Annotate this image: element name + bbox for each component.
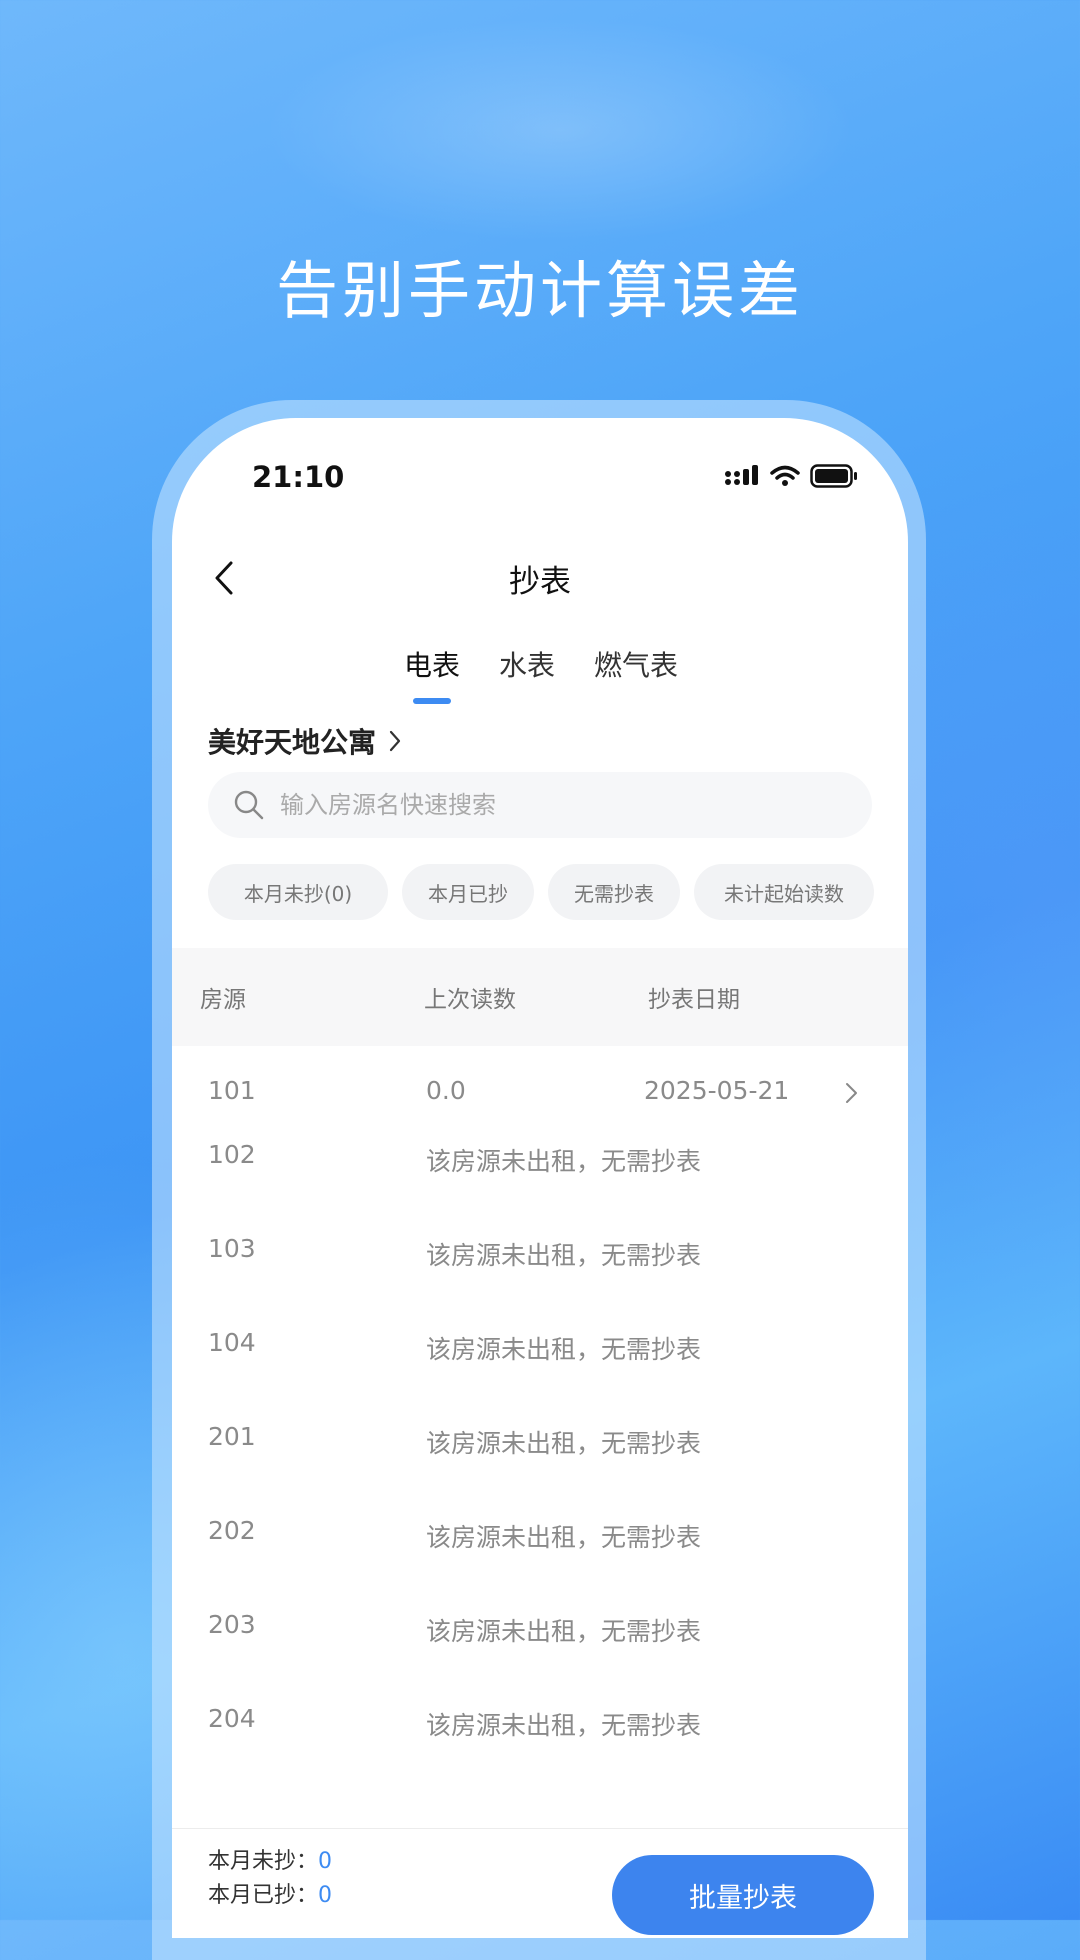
filter-read-this-month[interactable]: 本月已抄 [402,864,534,920]
unread-stat: 本月未抄：0 [208,1843,332,1875]
promo-headline: 告别手动计算误差 [275,254,804,327]
wifi-icon [770,465,800,486]
reading-date: 2025-05-21 [644,1076,790,1105]
search-input[interactable] [278,790,842,820]
status-time: 21:10 [252,460,345,494]
chevron-right-icon [846,1083,857,1103]
room-number: 101 [208,1076,256,1105]
battery-icon [810,464,857,488]
column-header-last-reading: 上次读数 [424,987,516,1013]
table-row[interactable]: 203 该房源未出租，无需抄表 [172,1610,908,1704]
column-header-date: 抄表日期 [648,987,740,1013]
unread-count: 0 [318,1849,333,1874]
search-icon [232,788,266,822]
room-number: 204 [208,1704,256,1733]
room-number: 103 [208,1234,256,1263]
filter-unread-this-month[interactable]: 本月未抄(0) [208,864,388,920]
table-row[interactable]: 201 该房源未出租，无需抄表 [172,1422,908,1516]
row-note: 该房源未出租，无需抄表 [426,1617,702,1646]
cellular-signal-icon [725,465,758,485]
unread-label: 本月未抄： [208,1849,319,1874]
last-reading: 0.0 [426,1076,466,1105]
bottom-bar: 本月未抄：0 本月已抄：0 批量抄表 [172,1828,908,1938]
room-number: 102 [208,1140,256,1169]
active-tab-indicator [413,698,451,704]
nav-bar: 抄表 [172,538,908,618]
row-note: 该房源未出租，无需抄表 [426,1523,702,1552]
read-count: 0 [318,1883,333,1908]
room-number: 104 [208,1328,256,1357]
room-number: 201 [208,1422,256,1451]
room-number: 202 [208,1516,256,1545]
filter-no-reading-needed[interactable]: 无需抄表 [548,864,680,920]
row-note: 该房源未出租，无需抄表 [426,1711,702,1740]
search-bar [208,772,872,838]
page-title: 抄表 [509,564,571,600]
table-row[interactable]: 202 该房源未出租，无需抄表 [172,1516,908,1610]
phone-screen: 21:10 抄表 电表 水表 燃气表 美好天地公寓 输入房源名快速搜索 本月未抄… [172,418,908,1938]
property-selector[interactable]: 美好天地公寓 [208,716,402,766]
chevron-right-icon [389,730,401,752]
table-header: 房源 上次读数 抄表日期 [172,948,908,1046]
filter-chips: 本月未抄(0) 本月已抄 无需抄表 未计起始读数 [208,864,908,922]
read-stat: 本月已抄：0 [208,1877,332,1909]
status-icons [724,462,858,490]
column-header-room: 房源 [200,987,246,1013]
table-row[interactable]: 204 该房源未出租，无需抄表 [172,1704,908,1798]
property-name: 美好天地公寓 [208,726,377,759]
row-note: 该房源未出租，无需抄表 [426,1241,702,1270]
room-number: 203 [208,1610,256,1639]
batch-read-button[interactable]: 批量抄表 [612,1855,874,1935]
table-row[interactable]: 102 该房源未出租，无需抄表 [172,1140,908,1234]
meter-tabs: 电表 水表 燃气表 [172,630,908,710]
tab-water-meter[interactable]: 水表 [499,644,555,684]
row-note: 该房源未出租，无需抄表 [426,1429,702,1458]
tab-gas-meter[interactable]: 燃气表 [594,644,678,684]
table-row[interactable]: 101 0.0 2025-05-21 [172,1046,908,1140]
filter-no-initial-reading[interactable]: 未计起始读数 [694,864,874,920]
row-note: 该房源未出租，无需抄表 [426,1335,702,1364]
row-note: 该房源未出租，无需抄表 [426,1147,702,1176]
status-bar: 21:10 [172,418,908,518]
meter-list: 101 0.0 2025-05-21 102 该房源未出租，无需抄表 103 该… [172,1046,908,1806]
tab-electric-meter[interactable]: 电表 [404,644,460,684]
table-row[interactable]: 103 该房源未出租，无需抄表 [172,1234,908,1328]
read-label: 本月已抄： [208,1883,319,1908]
table-row[interactable]: 104 该房源未出租，无需抄表 [172,1328,908,1422]
